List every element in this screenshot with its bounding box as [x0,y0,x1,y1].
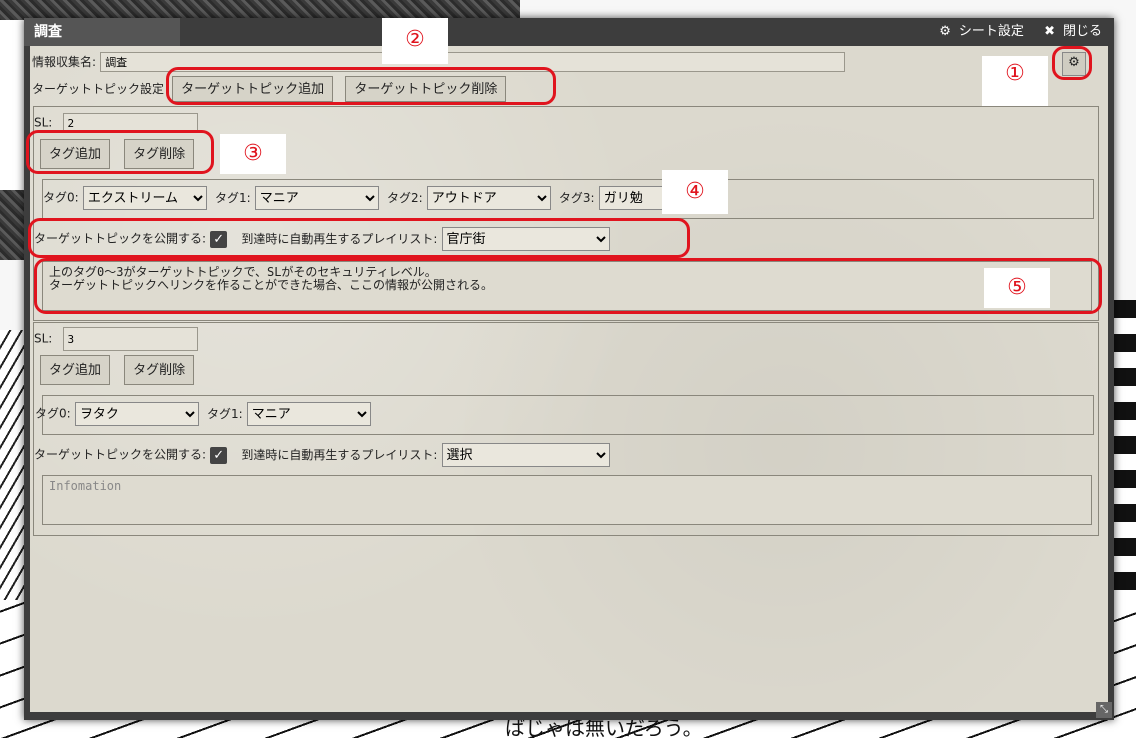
add-tag-button[interactable]: タグ追加 [40,355,111,385]
tag-buttons: タグ追加 タグ削除 [40,355,195,385]
close-icon: ✖ [1044,24,1055,39]
tag0-select[interactable]: ヲタク [74,402,199,426]
publish-checkbox[interactable]: ✓ [210,230,228,248]
playlist-select[interactable]: 官庁街 [441,227,610,251]
annotation-number-3: ③ [220,134,286,174]
playlist-label: 到達時に自動再生するプレイリスト: [241,231,438,246]
sl-label: SL: [34,115,53,130]
add-topic-button[interactable]: ターゲットトピック追加 [172,76,334,102]
topic-section-2: SL: タグ追加 タグ削除 タグ0: ヲタク タグ1: マニア ターゲットトピッ… [33,322,1099,536]
info-textarea[interactable] [42,475,1092,525]
tag1-label: タグ1: [214,190,251,205]
publish-row: ターゲットトピックを公開する: ✓ 到達時に自動再生するプレイリスト: 官庁街 [34,227,610,251]
dialog-content: ⚙ 情報収集名: ターゲットトピック設定 ターゲットトピック追加 ターゲットトピ… [30,46,1108,712]
check-icon: ✓ [213,447,225,463]
publish-label: ターゲットトピックを公開する: [34,447,207,462]
playlist-label: 到達時に自動再生するプレイリスト: [241,447,438,462]
tag-row: タグ0: エクストリーム タグ1: マニア タグ2: アウトドア タグ3: ガリ… [43,186,723,210]
tag-row: タグ0: ヲタク タグ1: マニア [35,402,371,426]
annotation-number-5: ⑤ [984,268,1050,308]
publish-row: ターゲットトピックを公開する: ✓ 到達時に自動再生するプレイリスト: 選択 [34,443,610,467]
sl-input[interactable] [62,327,198,351]
close-button[interactable]: ✖ 閉じる [1036,24,1102,39]
remove-tag-button[interactable]: タグ削除 [124,139,195,169]
tag2-label: タグ2: [386,190,423,205]
resize-icon: ⤡ [1100,704,1108,715]
sl-input[interactable] [62,113,198,133]
tag0-select[interactable]: エクストリーム [82,186,207,210]
sl-row: SL: [34,113,198,133]
collection-name-input[interactable] [100,52,846,72]
topic-section-1: SL: タグ追加 タグ削除 タグ0: エクストリーム タグ1: マニア タグ2:… [33,106,1099,321]
dialog-window: 調査 ⚙ シート設定 ✖ 閉じる ⚙ 情報収集名: ターゲットトピック設定 ターゲッ… [24,18,1114,720]
close-label: 閉じる [1062,24,1102,39]
tag1-select[interactable]: マニア [254,186,379,210]
publish-checkbox[interactable]: ✓ [210,446,228,464]
annotation-number-4: ④ [662,170,728,214]
collection-name-label: 情報収集名: [32,55,97,69]
dialog-titlebar[interactable]: 調査 ⚙ シート設定 ✖ 閉じる [24,18,1114,46]
tag0-label: タグ0: [35,406,71,421]
tag1-label: タグ1: [206,406,243,421]
info-textarea[interactable]: 上のタグ0～3がターゲットトピックで、SLがそのセキュリティレベル。 ターゲット… [42,261,1092,311]
remove-tag-button[interactable]: タグ削除 [124,355,195,385]
gear-button[interactable]: ⚙ [1062,52,1086,76]
title-actions: ⚙ シート設定 ✖ 閉じる [923,18,1102,46]
sheet-settings-button[interactable]: ⚙ シート設定 [931,24,1024,39]
check-icon: ✓ [213,231,225,247]
tag1-select[interactable]: マニア [246,402,371,426]
tag-buttons: タグ追加 タグ削除 [40,139,195,169]
gear-icon: ⚙ [1068,55,1080,70]
tag0-label: タグ0: [43,190,79,205]
dialog-title: 調査 [24,18,180,46]
tag-list: タグ0: エクストリーム タグ1: マニア タグ2: アウトドア タグ3: ガリ… [42,179,1094,219]
target-topic-label: ターゲットトピック設定 [32,82,165,96]
tag3-label: タグ3: [558,190,595,205]
sl-row: SL: [34,327,198,351]
remove-topic-button[interactable]: ターゲットトピック削除 [345,76,507,102]
resize-handle[interactable]: ⤡ [1096,702,1112,718]
gear-icon: ⚙ [939,24,951,39]
sheet-settings-label: シート設定 [958,24,1024,39]
tag-list: タグ0: ヲタク タグ1: マニア [35,395,1094,435]
tag2-select[interactable]: アウトドア [426,186,551,210]
annotation-number-1: ① [982,56,1048,106]
publish-label: ターゲットトピックを公開する: [34,231,207,246]
annotation-number-2: ② [382,18,448,64]
add-tag-button[interactable]: タグ追加 [40,139,111,169]
target-topic-row: ターゲットトピック設定 ターゲットトピック追加 ターゲットトピック削除 [32,76,507,102]
playlist-select[interactable]: 選択 [441,443,610,467]
sl-label: SL: [34,331,53,346]
